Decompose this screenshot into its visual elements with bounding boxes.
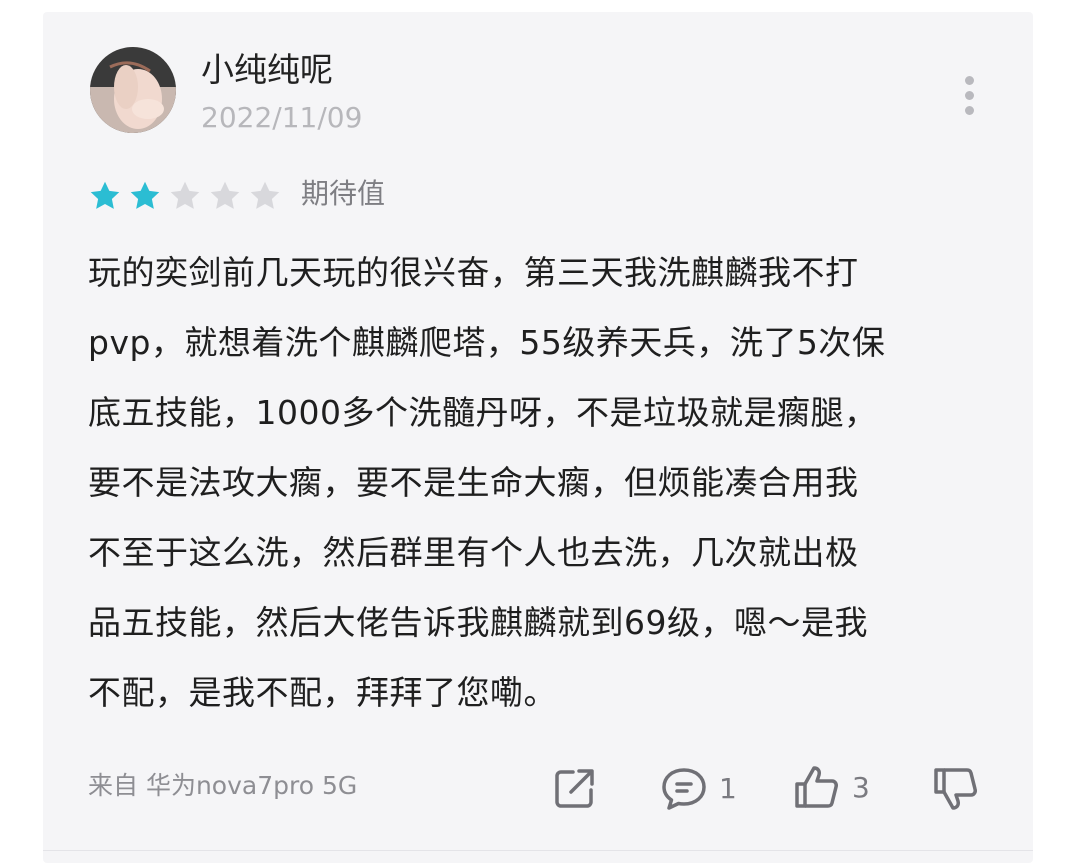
- comment-button[interactable]: 1: [659, 764, 737, 812]
- username[interactable]: 小纯纯呢: [201, 50, 333, 90]
- divider: [43, 850, 1033, 851]
- share-icon: [555, 769, 594, 808]
- review-line: 底五技能，1000多个洗髓丹呀，不是垃圾就是瘸腿，: [88, 393, 878, 432]
- review-line: 要不是法攻大瘸，要不是生命大瘸，但烦能凑合用我: [88, 463, 859, 502]
- review-line: 不配，是我不配，拜拜了您嘞。: [88, 673, 557, 712]
- avatar[interactable]: [90, 47, 176, 133]
- star-icon-empty: [210, 181, 240, 209]
- star-icon-filled: [90, 181, 120, 209]
- review-line: pvp，就想着洗个麒麟爬塔，55级养天兵，洗了5次保: [88, 323, 886, 362]
- review-line: 玩的奕剑前几天玩的很兴奋，第三天我洗麒麟我不打: [88, 253, 859, 292]
- star-rating: [87, 178, 283, 214]
- thumbs-up-icon: [795, 766, 838, 808]
- comment-icon: [662, 768, 706, 810]
- star-icon-filled: [130, 181, 160, 209]
- review-line: 不至于这么洗，然后群里有个人也去洗，几次就出极: [88, 533, 859, 572]
- review-text: 玩的奕剑前几天玩的很兴奋，第三天我洗麒麟我不打 pvp，就想着洗个麒麟爬塔，55…: [88, 238, 988, 728]
- star-icon-empty: [170, 181, 200, 209]
- review-date: 2022/11/09: [201, 101, 363, 134]
- like-button[interactable]: 3: [792, 762, 870, 812]
- more-options-icon[interactable]: [963, 76, 975, 118]
- comment-count: 1: [719, 771, 737, 805]
- rating-label: 期待值: [301, 177, 386, 210]
- review-card: 小纯纯呢 2022/11/09 期待值 玩的奕剑前几天玩的很兴奋，第三天我洗麒麟…: [43, 12, 1033, 863]
- avatar-image: [90, 47, 176, 133]
- thumbs-down-icon: [934, 768, 977, 810]
- review-line: 品五技能，然后大佬告诉我麒麟就到69级，嗯～是我: [88, 603, 868, 642]
- star-icon-empty: [250, 181, 280, 209]
- share-button[interactable]: [551, 764, 599, 812]
- like-count: 3: [852, 770, 870, 804]
- device-info: 来自 华为nova7pro 5G: [88, 771, 358, 800]
- dislike-button[interactable]: [931, 764, 981, 814]
